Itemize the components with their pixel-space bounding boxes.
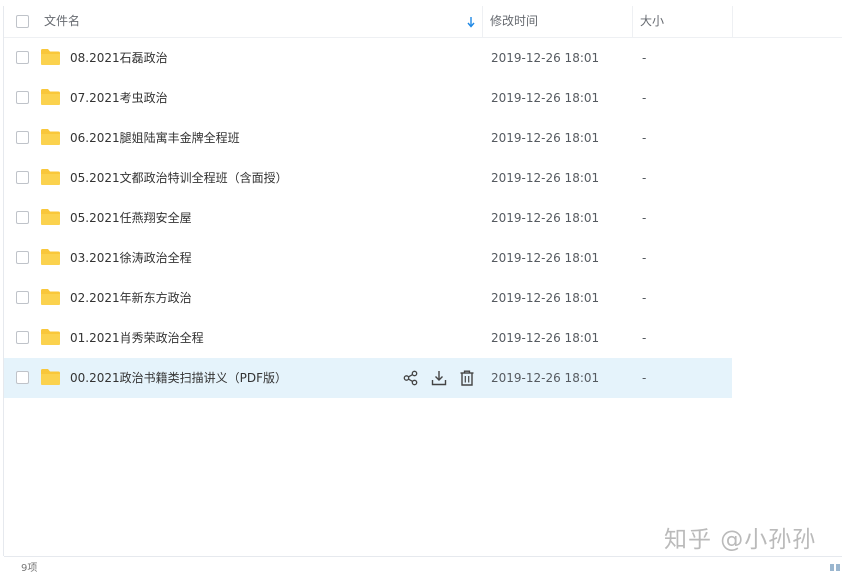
row-checkbox[interactable]	[16, 91, 29, 104]
file-size: -	[642, 251, 647, 265]
header-size[interactable]: 大小	[640, 6, 735, 37]
row-checkbox[interactable]	[16, 291, 29, 304]
table-row[interactable]: 07.2021考虫政治 2019-12-26 18:01 -	[4, 78, 732, 118]
row-checkbox[interactable]	[16, 331, 29, 344]
file-size: -	[642, 331, 647, 345]
status-bar: 9项	[4, 556, 842, 574]
folder-icon	[41, 369, 60, 385]
folder-icon	[41, 209, 60, 225]
file-name[interactable]: 08.2021石磊政治	[70, 38, 168, 78]
modified-time: 2019-12-26 18:01	[491, 251, 600, 265]
file-name[interactable]: 05.2021任燕翔安全屋	[70, 198, 192, 238]
header-filename[interactable]: 文件名	[44, 6, 484, 37]
sort-down-icon[interactable]	[466, 15, 476, 29]
table-row[interactable]: 05.2021文都政治特训全程班（含面授） 2019-12-26 18:01 -	[4, 158, 732, 198]
file-rows: 08.2021石磊政治 2019-12-26 18:01 - 07.2021考虫…	[4, 38, 732, 398]
trash-icon[interactable]	[458, 369, 476, 387]
modified-time: 2019-12-26 18:01	[491, 291, 600, 305]
folder-icon	[41, 89, 60, 105]
file-name[interactable]: 01.2021肖秀荣政治全程	[70, 318, 204, 358]
item-count: 9项	[21, 563, 38, 574]
table-row[interactable]: 03.2021徐涛政治全程 2019-12-26 18:01 -	[4, 238, 732, 278]
file-size: -	[642, 51, 647, 65]
modified-time: 2019-12-26 18:01	[491, 171, 600, 185]
table-row[interactable]: 06.2021腿姐陆寓丰金牌全程班 2019-12-26 18:01 -	[4, 118, 732, 158]
header-divider[interactable]	[632, 6, 633, 37]
file-name[interactable]: 02.2021年新东方政治	[70, 278, 192, 318]
file-name[interactable]: 00.2021政治书籍类扫描讲义（PDF版）	[70, 358, 287, 398]
header-divider[interactable]	[482, 6, 483, 37]
table-row-hovered[interactable]: 00.2021政治书籍类扫描讲义（PDF版） 2019-12-26 18:01 …	[4, 358, 732, 398]
file-name[interactable]: 05.2021文都政治特训全程班（含面授）	[70, 158, 288, 198]
file-size: -	[642, 91, 647, 105]
share-icon[interactable]	[402, 369, 420, 387]
list-header: 文件名 修改时间 大小	[4, 6, 842, 38]
header-divider[interactable]	[732, 6, 733, 37]
file-size: -	[642, 211, 647, 225]
folder-icon	[41, 329, 60, 345]
row-checkbox[interactable]	[16, 371, 29, 384]
folder-icon	[41, 289, 60, 305]
row-checkbox[interactable]	[16, 251, 29, 264]
file-name[interactable]: 06.2021腿姐陆寓丰金牌全程班	[70, 118, 240, 158]
modified-time: 2019-12-26 18:01	[491, 91, 600, 105]
table-row[interactable]: 02.2021年新东方政治 2019-12-26 18:01 -	[4, 278, 732, 318]
row-checkbox[interactable]	[16, 51, 29, 64]
file-size: -	[642, 371, 647, 385]
row-checkbox[interactable]	[16, 211, 29, 224]
modified-time: 2019-12-26 18:01	[491, 331, 600, 345]
folder-icon	[41, 129, 60, 145]
select-all-checkbox[interactable]	[16, 15, 29, 28]
file-size: -	[642, 131, 647, 145]
folder-icon	[41, 169, 60, 185]
modified-time: 2019-12-26 18:01	[491, 371, 600, 385]
table-row[interactable]: 05.2021任燕翔安全屋 2019-12-26 18:01 -	[4, 198, 732, 238]
table-row[interactable]: 08.2021石磊政治 2019-12-26 18:01 -	[4, 38, 732, 78]
table-row[interactable]: 01.2021肖秀荣政治全程 2019-12-26 18:01 -	[4, 318, 732, 358]
row-checkbox[interactable]	[16, 171, 29, 184]
file-name[interactable]: 03.2021徐涛政治全程	[70, 238, 192, 278]
file-size: -	[642, 171, 647, 185]
watermark: 知乎 @小孙孙	[664, 527, 817, 553]
modified-time: 2019-12-26 18:01	[491, 211, 600, 225]
file-list-panel: 文件名 修改时间 大小 08.2021石磊政治 2019-12-26 18:01…	[0, 0, 842, 574]
file-size: -	[642, 291, 647, 305]
folder-icon	[41, 249, 60, 265]
download-icon[interactable]	[430, 369, 448, 387]
modified-time: 2019-12-26 18:01	[491, 51, 600, 65]
folder-icon	[41, 49, 60, 65]
header-modified-time[interactable]: 修改时间	[490, 6, 635, 37]
row-checkbox[interactable]	[16, 131, 29, 144]
modified-time: 2019-12-26 18:01	[491, 131, 600, 145]
file-name[interactable]: 07.2021考虫政治	[70, 78, 168, 118]
